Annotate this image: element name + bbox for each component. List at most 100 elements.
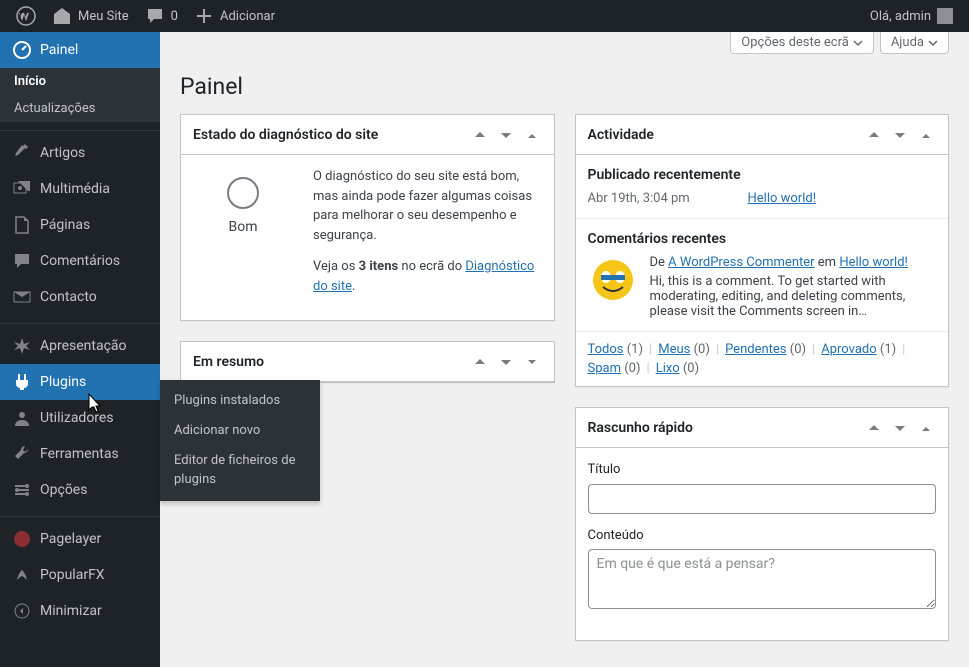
add-new-link[interactable]: Adicionar [186,0,283,32]
filter-approved[interactable]: Aprovado [821,342,876,357]
menu-comments[interactable]: Comentários [0,243,160,279]
help-tab[interactable]: Ajuda [880,32,949,54]
health-status-label: Bom [193,217,293,238]
draft-title-label: Título [588,460,937,480]
flyout-plugin-editor[interactable]: Editor de ficheiros de plugins [160,446,320,494]
move-up-button[interactable] [470,125,490,145]
screen-options-label: Opções deste ecrã [741,35,849,50]
menu-collapse[interactable]: Minimizar [0,593,160,629]
filter-pending[interactable]: Pendentes [725,342,786,357]
menu-users[interactable]: Utilizadores [0,400,160,436]
menu-plugins-label: Plugins [40,374,86,390]
user-account[interactable]: Olá, admin [862,0,961,32]
filter-all[interactable]: Todos [588,342,624,357]
filter-trash[interactable]: Lixo [656,361,680,376]
chevron-down-icon [853,38,863,48]
published-item: Abr 19th, 3:04 pm Hello world! [588,191,937,206]
quick-draft-heading: Rascunho rápido [588,420,693,436]
site-health-widget: Estado do diagnóstico do site Bom [180,114,555,321]
filter-mine[interactable]: Meus [658,342,690,357]
draft-content-label: Conteúdo [588,526,937,546]
greeting-label: Olá, admin [870,9,931,24]
submenu-home[interactable]: Início [0,68,160,95]
menu-pages-label: Páginas [40,217,90,233]
menu-pages[interactable]: Páginas [0,207,160,243]
at-a-glance-widget: Em resumo [180,341,555,383]
flyout-add-new-plugin[interactable]: Adicionar novo [160,416,320,446]
site-link[interactable]: Meu Site [44,0,137,32]
comment-filters: Todos (1)| Meus (0)| Pendentes (0)| Apro… [576,332,949,386]
add-new-label: Adicionar [220,9,275,24]
comments-count-label: 0 [171,9,178,24]
menu-tools-label: Ferramentas [40,446,119,462]
site-name-label: Meu Site [78,9,129,24]
comments-link[interactable]: 0 [137,0,186,32]
move-up-button[interactable] [864,125,884,145]
toggle-button[interactable] [522,125,542,145]
admin-menu: Painel Início Actualizações Artigos Mult… [0,32,160,667]
chevron-down-icon [928,38,938,48]
comment-meta: De A WordPress Commenter em Hello world! [650,255,937,270]
menu-popularfx-label: PopularFX [40,567,105,583]
comment-excerpt: Hi, this is a comment. To get started wi… [650,274,937,319]
menu-separator [0,126,160,131]
menu-tools[interactable]: Ferramentas [0,436,160,472]
menu-appearance[interactable]: Apresentação [0,328,160,364]
menu-dashboard[interactable]: Painel [0,32,160,68]
comment-author-link[interactable]: A WordPress Commenter [668,255,814,270]
move-down-button[interactable] [496,125,516,145]
quick-draft-widget: Rascunho rápido Título Co [575,407,950,641]
menu-pagelayer[interactable]: Pagelayer [0,521,160,557]
screen-options-tab[interactable]: Opções deste ecrã [730,32,874,54]
help-label: Ajuda [891,35,924,50]
activity-heading: Actividade [588,127,654,143]
toggle-button[interactable] [522,352,542,372]
menu-appearance-label: Apresentação [40,338,127,354]
recent-comments-heading: Comentários recentes [588,231,937,247]
flyout-installed-plugins[interactable]: Plugins instalados [160,386,320,416]
draft-content-textarea[interactable] [588,549,937,609]
menu-plugins[interactable]: Plugins [0,364,160,400]
menu-comments-label: Comentários [40,253,120,269]
health-indicator-icon [227,177,259,209]
move-up-button[interactable] [864,418,884,438]
move-down-button[interactable] [890,125,910,145]
main-content: Opções deste ecrã Ajuda Painel Estado do… [160,32,969,667]
move-down-button[interactable] [496,352,516,372]
menu-contact[interactable]: Contacto [0,279,160,315]
toggle-button[interactable] [916,125,936,145]
move-up-button[interactable] [470,352,490,372]
page-title: Painel [180,64,949,104]
menu-popularfx[interactable]: PopularFX [0,557,160,593]
health-description: O diagnóstico do seu site está bom, mas … [313,167,542,245]
menu-separator [0,319,160,324]
menu-collapse-label: Minimizar [40,603,102,619]
comment-item: De A WordPress Commenter em Hello world!… [588,255,937,319]
comment-post-link[interactable]: Hello world! [839,255,908,270]
published-date: Abr 19th, 3:04 pm [588,191,748,206]
menu-media[interactable]: Multimédia [0,171,160,207]
menu-users-label: Utilizadores [40,410,114,426]
activity-widget: Actividade Publicado recentemente Abr 19… [575,114,950,387]
menu-settings[interactable]: Opções [0,472,160,508]
submenu-updates[interactable]: Actualizações [0,95,160,122]
plugins-flyout: Plugins instalados Adicionar novo Editor… [160,380,320,501]
admin-toolbar: Meu Site 0 Adicionar Olá, admin [0,0,969,32]
site-health-heading: Estado do diagnóstico do site [193,127,378,143]
menu-pagelayer-label: Pagelayer [40,531,101,547]
filter-spam[interactable]: Spam [588,361,622,376]
menu-posts[interactable]: Artigos [0,135,160,171]
wp-logo[interactable] [8,0,44,32]
menu-separator [0,512,160,517]
draft-title-input[interactable] [588,484,937,514]
avatar [937,8,953,24]
commenter-avatar-icon [588,255,638,305]
menu-dashboard-label: Painel [40,42,78,58]
dashboard-submenu: Início Actualizações [0,68,160,122]
menu-media-label: Multimédia [40,181,110,197]
health-more: Veja os 3 itens no ecrã do Diagnóstico d… [313,257,542,296]
toggle-button[interactable] [916,418,936,438]
recently-published-heading: Publicado recentemente [588,167,937,183]
published-title-link[interactable]: Hello world! [748,191,817,206]
move-down-button[interactable] [890,418,910,438]
